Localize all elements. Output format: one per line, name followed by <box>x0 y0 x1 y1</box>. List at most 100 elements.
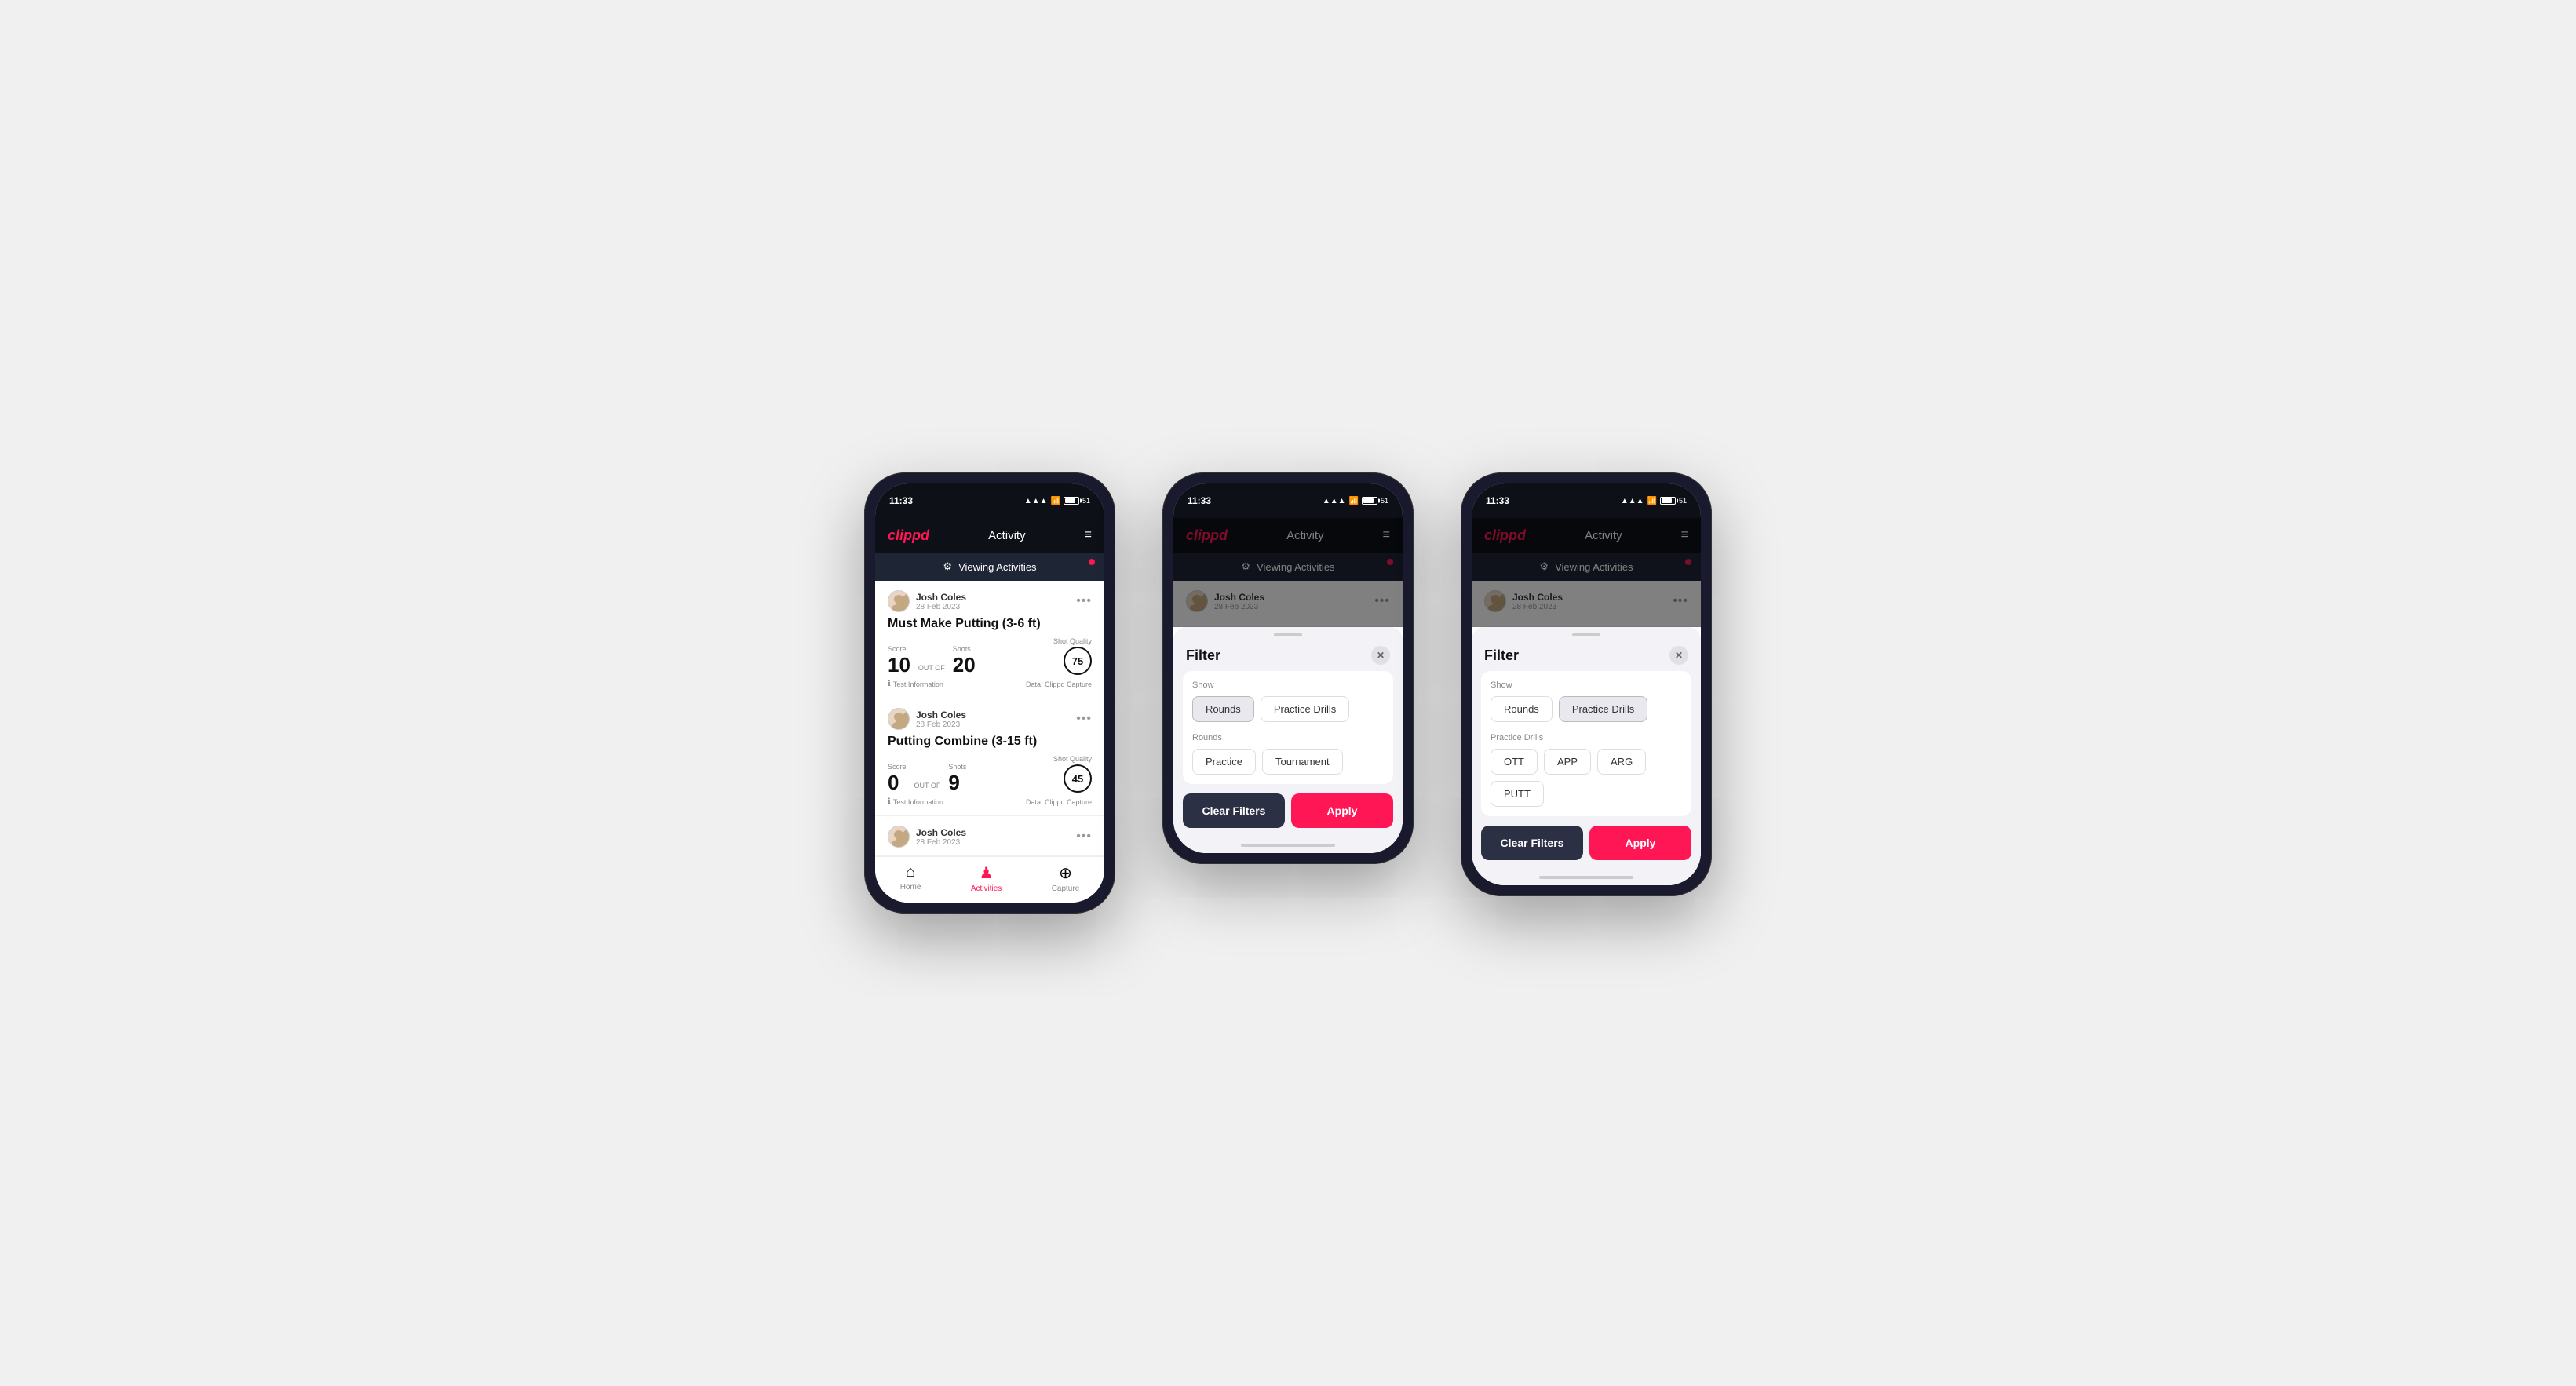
activities-label-1: Activities <box>971 884 1002 893</box>
phone-2-screen: 11:33 ▲▲▲ 📶 51 clippd Activity ≡ ⚙ <box>1173 483 1403 853</box>
status-bar-2: 11:33 ▲▲▲ 📶 51 <box>1173 483 1403 518</box>
header-title-2: Activity <box>1286 529 1324 542</box>
user-name-1: Josh Coles <box>916 592 966 603</box>
show-buttons-3: Rounds Practice Drills <box>1491 696 1682 722</box>
banner-label-2: Viewing Activities <box>1257 561 1334 573</box>
home-icon-1: ⌂ <box>906 863 915 881</box>
filter-handle-3 <box>1472 627 1701 636</box>
filter-modal-2: Filter ✕ Show Rounds Practice Drills Rou… <box>1173 627 1403 837</box>
sq-value-2: 45 <box>1072 773 1083 785</box>
signal-icon-1: ▲▲▲ <box>1024 497 1048 505</box>
nav-activities-1[interactable]: ♟ Activities <box>971 863 1002 893</box>
header-title-1: Activity <box>988 529 1026 542</box>
rounds-btn-2[interactable]: Rounds <box>1192 696 1254 722</box>
viewing-banner-1[interactable]: ⚙ Viewing Activities <box>875 553 1104 581</box>
bottom-handle-2 <box>1173 837 1403 853</box>
user-name-bg-3: Josh Coles <box>1512 592 1563 603</box>
battery-icon-2 <box>1362 497 1377 505</box>
filter-header-2: Filter ✕ <box>1173 636 1403 671</box>
sq-label-2: Shot Quality <box>1053 755 1092 763</box>
filter-actions-2: Clear Filters Apply <box>1173 784 1403 837</box>
clear-filters-btn-3[interactable]: Clear Filters <box>1481 826 1583 860</box>
viewing-banner-2: ⚙ Viewing Activities <box>1173 553 1403 581</box>
out-of-2: OUT OF <box>914 782 941 790</box>
practice-drills-section-3: Practice Drills OTT APP ARG PUTT <box>1491 733 1682 807</box>
user-info-1: Josh Coles 28 Feb 2023 <box>888 590 966 612</box>
scene: 11:33 ▲▲▲ 📶 51 clippd Activity ≡ ⚙ <box>864 472 1712 914</box>
battery-icon-3 <box>1660 497 1676 505</box>
app-header-2: clippd Activity ≡ <box>1173 518 1403 553</box>
more-dots-2[interactable]: ••• <box>1076 712 1092 726</box>
filter-title-3: Filter <box>1484 647 1519 664</box>
putt-btn-3[interactable]: PUTT <box>1491 781 1544 807</box>
score-label-1: Score <box>888 645 910 653</box>
practice-drills-section-label-3: Practice Drills <box>1491 733 1682 742</box>
shots-value-2: 9 <box>948 772 966 793</box>
more-dots-1[interactable]: ••• <box>1076 594 1092 608</box>
wifi-icon-1: 📶 <box>1051 497 1060 505</box>
shots-value-1: 20 <box>953 655 976 675</box>
user-name-2: Josh Coles <box>916 709 966 720</box>
close-btn-3[interactable]: ✕ <box>1669 646 1688 665</box>
bottom-nav-1: ⌂ Home ♟ Activities ⊕ Capture <box>875 856 1104 903</box>
filter-header-3: Filter ✕ <box>1472 636 1701 671</box>
wifi-icon-2: 📶 <box>1349 497 1359 505</box>
close-x-2: ✕ <box>1377 650 1385 661</box>
drills-buttons-3: OTT APP ARG PUTT <box>1491 749 1682 807</box>
activity-item-2-header: Josh Coles 28 Feb 2023 ••• <box>888 708 1092 730</box>
show-buttons-2: Rounds Practice Drills <box>1192 696 1384 722</box>
more-dots-bg-2: ••• <box>1374 594 1390 608</box>
practice-drills-btn-3[interactable]: Practice Drills <box>1559 696 1647 722</box>
menu-icon-3: ≡ <box>1681 528 1688 542</box>
nav-home-1[interactable]: ⌂ Home <box>900 863 921 893</box>
activity-item-bg-3: Josh Coles 28 Feb 2023 ••• <box>1472 581 1701 627</box>
filter-title-2: Filter <box>1186 647 1220 664</box>
arg-btn-3[interactable]: ARG <box>1597 749 1646 775</box>
notch-3 <box>1547 483 1626 504</box>
status-bar-3: 11:33 ▲▲▲ 📶 51 <box>1472 483 1701 518</box>
battery-pct-2: 51 <box>1381 497 1388 505</box>
test-info-2: ℹ Test Information <box>888 797 943 806</box>
activities-icon-1: ♟ <box>980 863 994 883</box>
shots-label-1: Shots <box>953 645 976 653</box>
phone-2: 11:33 ▲▲▲ 📶 51 clippd Activity ≡ ⚙ <box>1162 472 1414 864</box>
clear-filters-btn-2[interactable]: Clear Filters <box>1183 793 1285 828</box>
bottom-bar-3 <box>1539 876 1633 879</box>
show-label-3: Show <box>1491 680 1682 690</box>
phone-3: 11:33 ▲▲▲ 📶 51 clippd Activity ≡ ⚙ <box>1461 472 1712 896</box>
home-label-1: Home <box>900 883 921 892</box>
user-name-3: Josh Coles <box>916 827 966 838</box>
close-btn-2[interactable]: ✕ <box>1371 646 1390 665</box>
activity-item-2[interactable]: Josh Coles 28 Feb 2023 ••• Putting Combi… <box>875 698 1104 816</box>
stats-row-2: Score 0 OUT OF Shots 9 Shot Quality <box>888 755 1092 793</box>
app-btn-3[interactable]: APP <box>1544 749 1591 775</box>
app-header-1: clippd Activity ≡ <box>875 518 1104 553</box>
menu-icon-1[interactable]: ≡ <box>1085 528 1092 542</box>
sq-value-1: 75 <box>1072 655 1083 667</box>
nav-capture-1[interactable]: ⊕ Capture <box>1052 863 1080 893</box>
show-label-2: Show <box>1192 680 1384 690</box>
filter-icon-3: ⚙ <box>1539 560 1549 573</box>
tournament-btn-2[interactable]: Tournament <box>1262 749 1343 775</box>
ott-btn-3[interactable]: OTT <box>1491 749 1538 775</box>
user-date-2: 28 Feb 2023 <box>916 720 966 729</box>
notch-1 <box>950 483 1029 504</box>
rounds-buttons-2: Practice Tournament <box>1192 749 1384 775</box>
practice-round-btn-2[interactable]: Practice <box>1192 749 1256 775</box>
practice-drills-btn-2[interactable]: Practice Drills <box>1261 696 1349 722</box>
apply-btn-2[interactable]: Apply <box>1291 793 1393 828</box>
more-dots-3[interactable]: ••• <box>1076 830 1092 844</box>
test-info-1: ℹ Test Information <box>888 680 943 688</box>
rounds-btn-3[interactable]: Rounds <box>1491 696 1553 722</box>
sq-badge-2: 45 <box>1064 764 1092 793</box>
activity-item-1[interactable]: Josh Coles 28 Feb 2023 ••• Must Make Put… <box>875 581 1104 698</box>
wifi-icon-3: 📶 <box>1647 497 1657 505</box>
battery-icon-1 <box>1064 497 1079 505</box>
apply-btn-3[interactable]: Apply <box>1589 826 1691 860</box>
score-label-2: Score <box>888 763 907 771</box>
logo-1: clippd <box>888 527 929 544</box>
close-x-3: ✕ <box>1675 650 1683 661</box>
status-icons-2: ▲▲▲ 📶 51 <box>1323 497 1388 505</box>
filter-actions-3: Clear Filters Apply <box>1472 816 1701 870</box>
activity-item-3[interactable]: Josh Coles 28 Feb 2023 ••• <box>875 816 1104 856</box>
